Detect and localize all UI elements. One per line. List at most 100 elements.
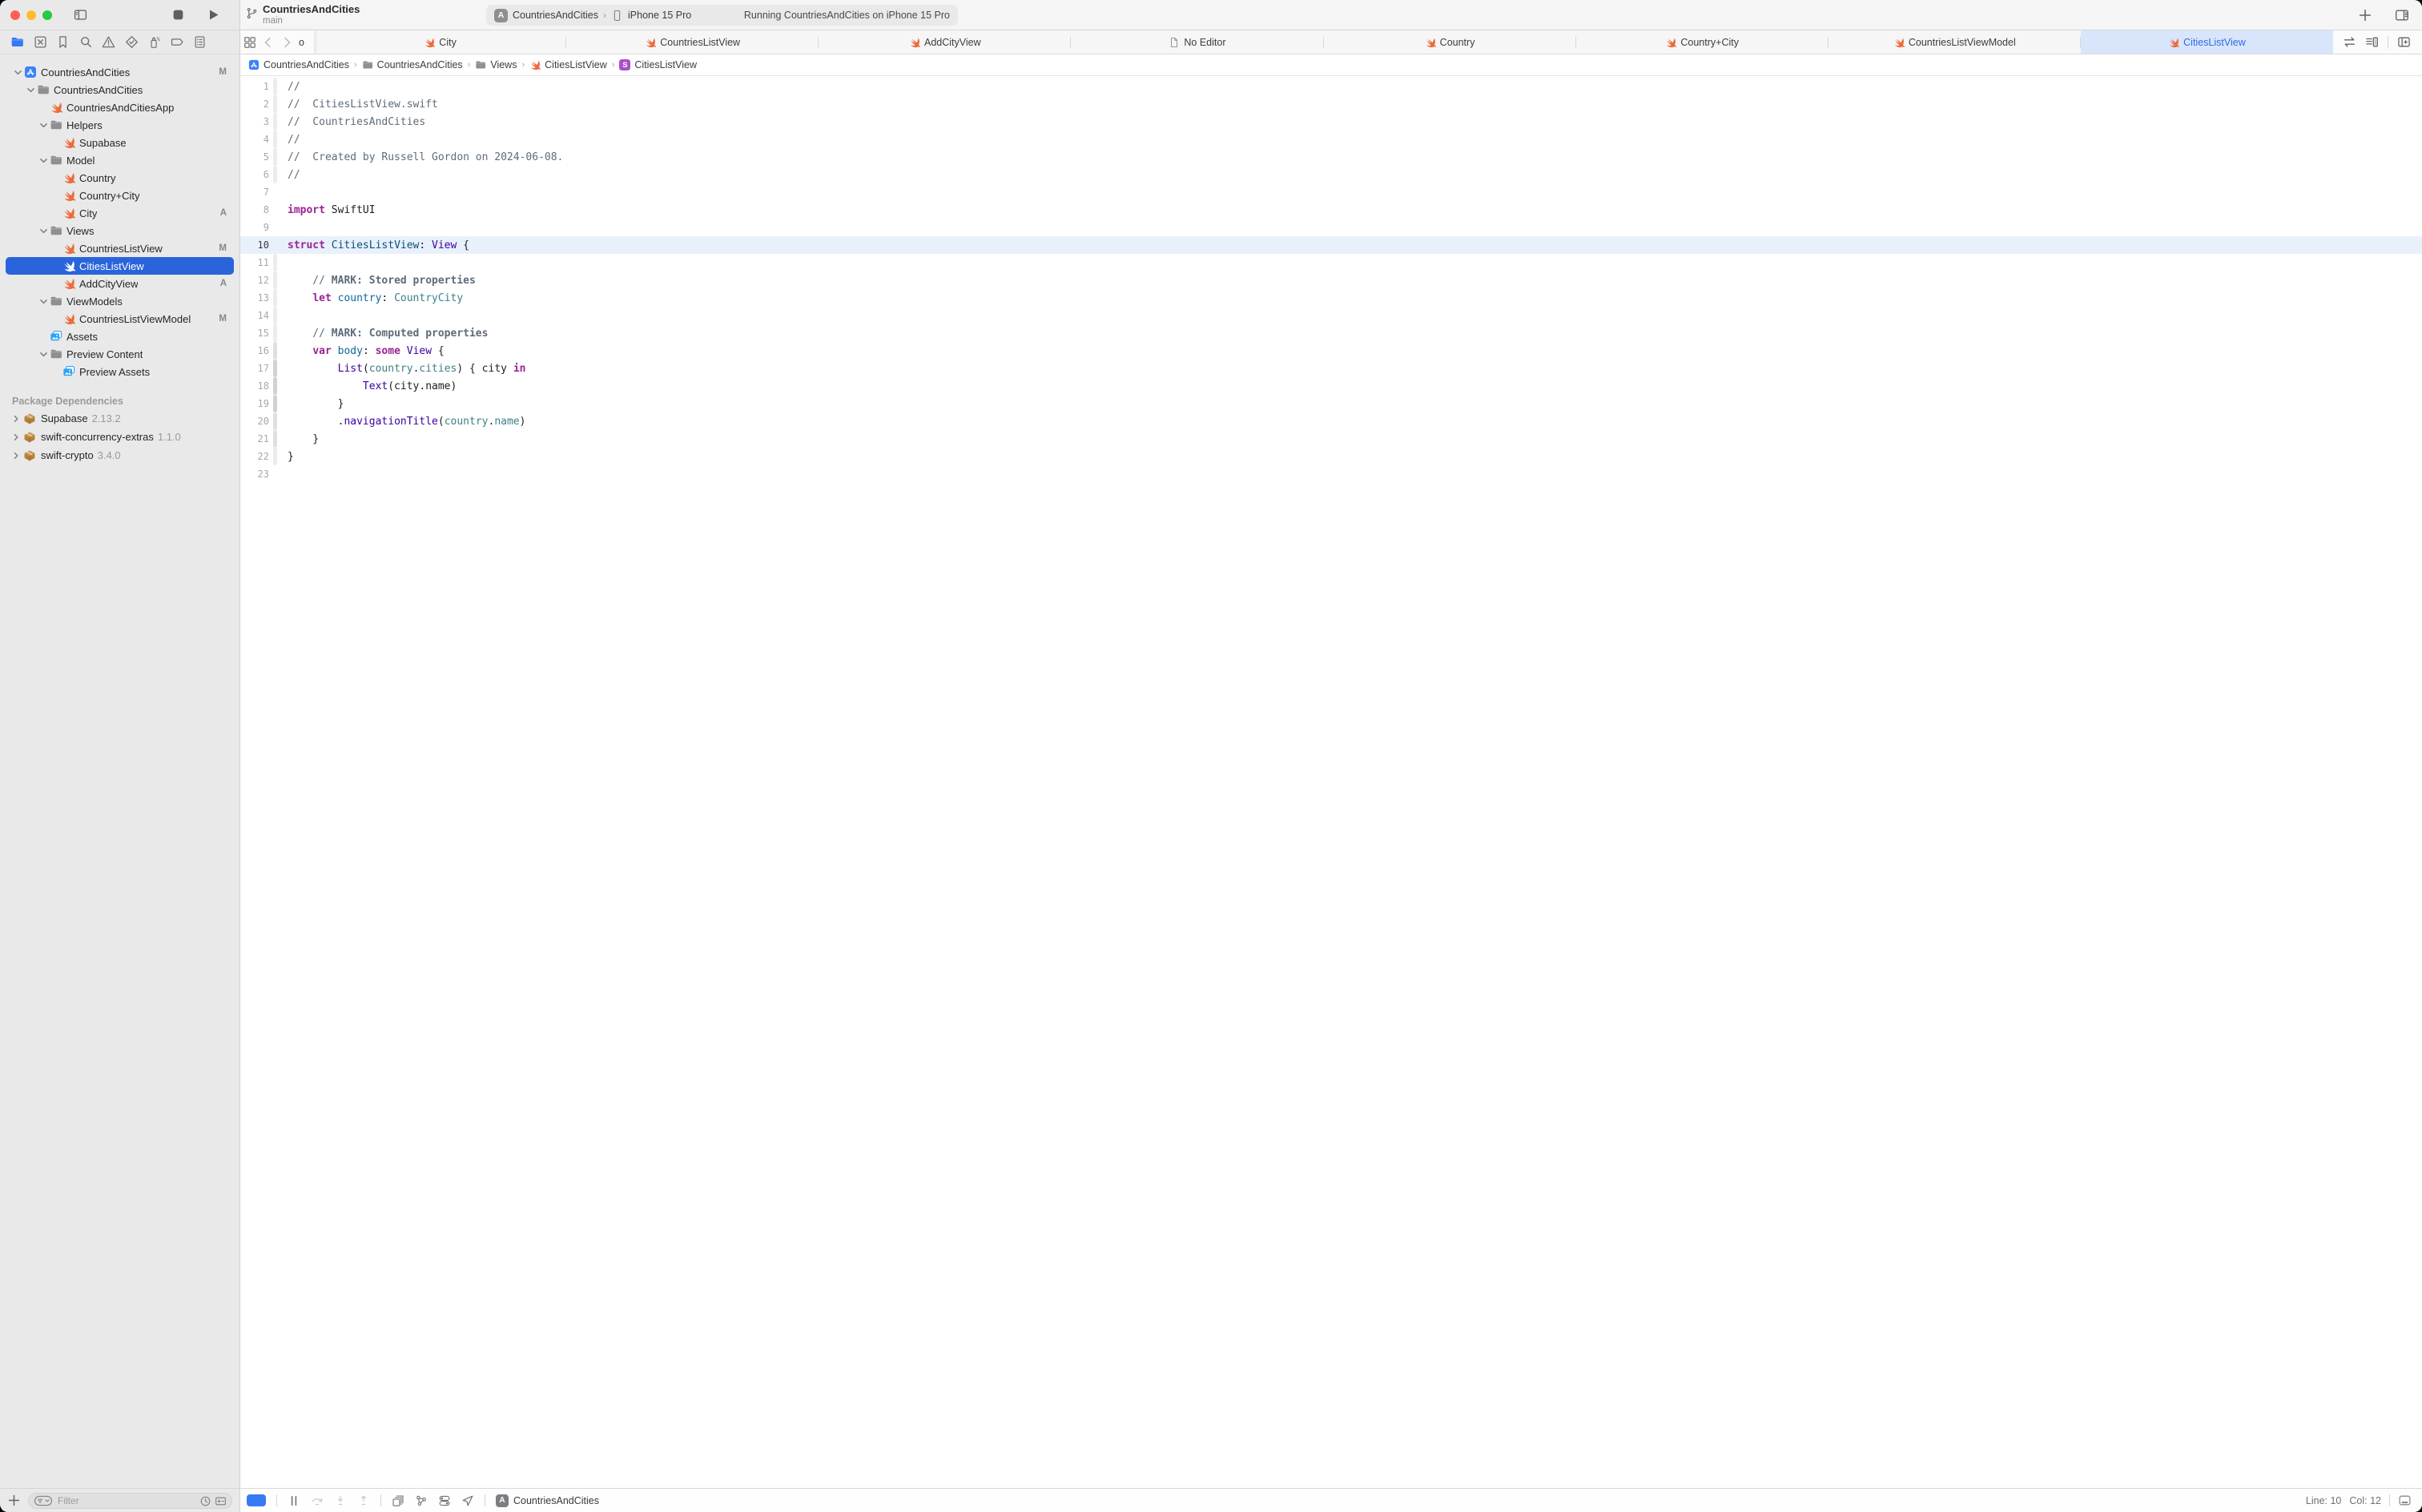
code-review-icon[interactable]	[2343, 35, 2356, 49]
code-line-8[interactable]: 8 import SwiftUI	[240, 201, 2422, 219]
disclosure-right-icon[interactable]	[10, 450, 22, 461]
fold-ribbon[interactable]	[273, 377, 277, 395]
minimize-window-button[interactable]	[26, 10, 36, 20]
sidebar-item-supabase[interactable]: Supabase	[6, 134, 234, 151]
source-editor[interactable]: 1 // 2 // CitiesListView.swift 3 // Coun…	[240, 76, 2422, 1488]
step-over-icon[interactable]	[311, 1494, 324, 1507]
add-editor-icon[interactable]	[2397, 35, 2411, 49]
code-line-17[interactable]: 17 List(country.cities) { city in	[240, 360, 2422, 377]
tab-citieslistview[interactable]: CitiesListView	[2081, 30, 2333, 54]
code-line-6[interactable]: 6 //	[240, 166, 2422, 183]
source-control-status-filter-icon[interactable]	[215, 1495, 227, 1507]
breadcrumb-citieslistview[interactable]: S CitiesListView	[619, 59, 697, 70]
fold-ribbon[interactable]	[273, 271, 277, 289]
source-control-navigator-icon[interactable]	[34, 35, 47, 49]
code-line-4[interactable]: 4 //	[240, 131, 2422, 148]
pause-icon[interactable]	[288, 1494, 300, 1507]
code-line-12[interactable]: 12 // MARK: Stored properties	[240, 271, 2422, 289]
fold-ribbon[interactable]	[273, 289, 277, 307]
fold-ribbon[interactable]	[273, 236, 277, 254]
code-line-19[interactable]: 19 }	[240, 395, 2422, 412]
debug-area-layout-icon[interactable]	[2398, 1494, 2412, 1507]
tests-navigator-icon[interactable]	[125, 35, 139, 49]
toggle-navigator-icon[interactable]	[74, 8, 87, 22]
toggle-debug-area-button[interactable]	[247, 1494, 266, 1506]
sidebar-item-preview-content[interactable]: Preview Content	[6, 345, 234, 363]
go-forward-icon[interactable]	[280, 36, 293, 49]
sidebar-item-preview-assets[interactable]: Preview Assets	[6, 363, 234, 380]
line-number[interactable]: 6	[240, 169, 269, 180]
fold-ribbon[interactable]	[273, 360, 277, 377]
line-number[interactable]: 18	[240, 380, 269, 392]
sidebar-item-countriesandcities[interactable]: CountriesAndCities M	[6, 63, 234, 81]
line-number[interactable]: 2	[240, 99, 269, 110]
code-line-7[interactable]: 7	[240, 183, 2422, 201]
fold-ribbon[interactable]	[273, 183, 277, 201]
line-number[interactable]: 15	[240, 328, 269, 339]
tab-country-city[interactable]: Country+City	[1576, 30, 1829, 54]
line-number[interactable]: 1	[240, 81, 269, 92]
breakpoints-navigator-icon[interactable]	[171, 35, 184, 49]
fold-ribbon[interactable]	[273, 342, 277, 360]
package-swift-crypto[interactable]: swift-crypto 3.4.0	[0, 446, 239, 464]
filter-input[interactable]	[56, 1494, 196, 1507]
go-back-icon[interactable]	[262, 36, 275, 49]
tab-countrieslistview[interactable]: CountriesListView	[566, 30, 819, 54]
line-number[interactable]: 14	[240, 310, 269, 321]
breadcrumb-countriesandcities[interactable]: CountriesAndCities	[362, 59, 463, 70]
breadcrumb-views[interactable]: Views	[475, 59, 517, 70]
sidebar-item-model[interactable]: Model	[6, 151, 234, 169]
fold-ribbon[interactable]	[273, 219, 277, 236]
fold-ribbon[interactable]	[273, 254, 277, 271]
scheme-selector[interactable]: A CountriesAndCities › iPhone 15 Pro Run…	[486, 5, 958, 26]
fold-ribbon[interactable]	[273, 324, 277, 342]
code-line-9[interactable]: 9	[240, 219, 2422, 236]
step-out-icon[interactable]	[357, 1494, 370, 1507]
sidebar-item-city[interactable]: City A	[6, 204, 234, 222]
line-number[interactable]: 5	[240, 151, 269, 163]
disclosure-right-icon[interactable]	[10, 413, 22, 424]
breadcrumb-citieslistview[interactable]: CitiesListView	[529, 59, 607, 70]
code-line-3[interactable]: 3 // CountriesAndCities	[240, 113, 2422, 131]
add-file-button[interactable]	[7, 1494, 21, 1507]
fold-ribbon[interactable]	[273, 113, 277, 131]
editor-options-icon[interactable]	[2365, 35, 2379, 49]
run-destination[interactable]: iPhone 15 Pro	[628, 10, 691, 21]
code-line-10[interactable]: 10 struct CitiesListView: View {	[240, 236, 2422, 254]
sidebar-item-countrieslistview[interactable]: CountriesListView M	[6, 239, 234, 257]
find-navigator-icon[interactable]	[79, 35, 93, 49]
code-line-5[interactable]: 5 // Created by Russell Gordon on 2024-0…	[240, 148, 2422, 166]
sidebar-item-helpers[interactable]: Helpers	[6, 116, 234, 134]
sidebar-item-country-city[interactable]: Country+City	[6, 187, 234, 204]
line-number[interactable]: 4	[240, 134, 269, 145]
line-number[interactable]: 21	[240, 433, 269, 444]
stop-button[interactable]	[171, 8, 185, 22]
disclosure-down-icon[interactable]	[38, 225, 50, 237]
filter-options-icon[interactable]	[34, 1495, 53, 1506]
fold-ribbon[interactable]	[273, 412, 277, 430]
fold-ribbon[interactable]	[273, 201, 277, 219]
issues-navigator-icon[interactable]	[102, 35, 115, 49]
line-number[interactable]: 22	[240, 451, 269, 462]
code-line-18[interactable]: 18 Text(city.name)	[240, 377, 2422, 395]
code-line-14[interactable]: 14	[240, 307, 2422, 324]
sidebar-item-addcityview[interactable]: AddCityView A	[6, 275, 234, 292]
disclosure-down-icon[interactable]	[38, 119, 50, 131]
line-number[interactable]: 23	[240, 468, 269, 480]
fold-ribbon[interactable]	[273, 430, 277, 448]
fold-ribbon[interactable]	[273, 95, 277, 113]
line-number[interactable]: 8	[240, 204, 269, 215]
filter-field[interactable]	[28, 1493, 232, 1509]
line-number[interactable]: 3	[240, 116, 269, 127]
code-line-11[interactable]: 11	[240, 254, 2422, 271]
line-number[interactable]: 9	[240, 222, 269, 233]
disclosure-down-icon[interactable]	[38, 155, 50, 167]
fold-ribbon[interactable]	[273, 166, 277, 183]
reports-navigator-icon[interactable]	[193, 35, 207, 49]
line-number[interactable]: 10	[240, 239, 269, 251]
view-hierarchy-icon[interactable]	[392, 1494, 404, 1507]
disclosure-down-icon[interactable]	[25, 84, 37, 96]
disclosure-right-icon[interactable]	[10, 432, 22, 443]
tab-addcityview[interactable]: AddCityView	[819, 30, 1071, 54]
fold-ribbon[interactable]	[273, 448, 277, 465]
